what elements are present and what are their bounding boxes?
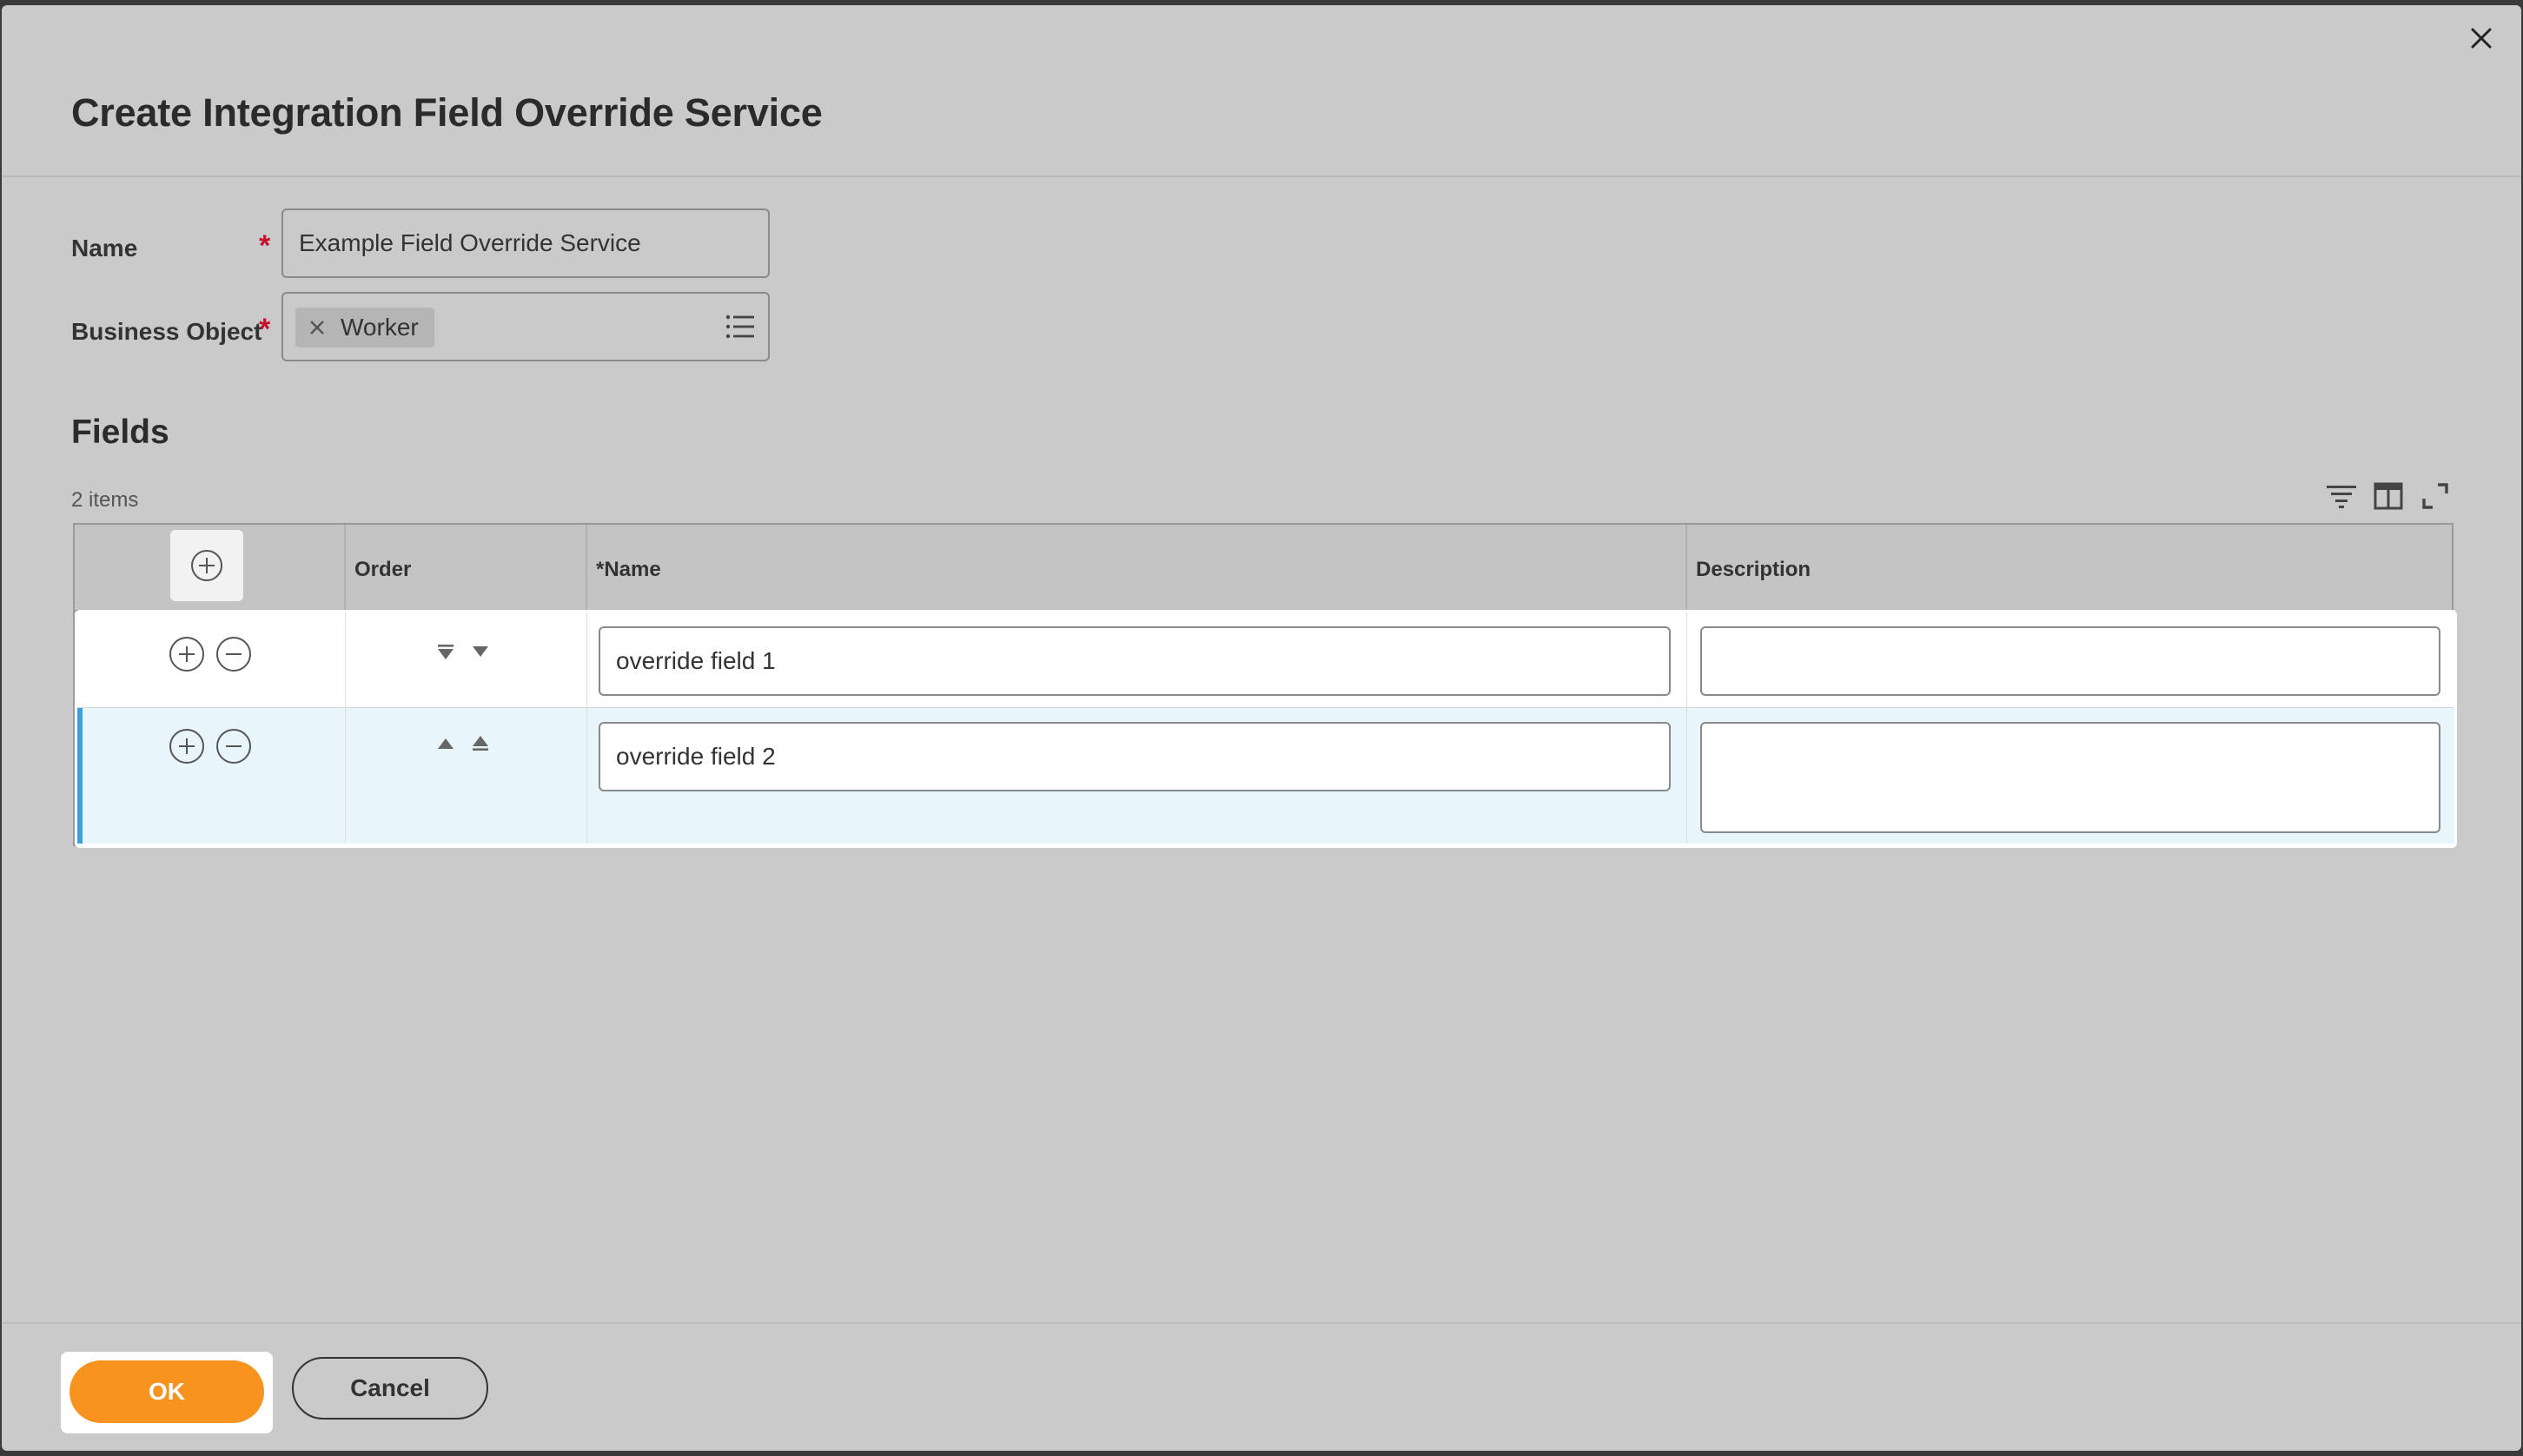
add-row-button[interactable] [170,530,243,601]
name-input[interactable]: Example Field Override Service [281,208,770,278]
field-name-input[interactable]: override field 1 [599,626,1671,696]
items-count: 2 items [71,488,139,512]
filter-icon [2327,486,2356,508]
table-header: Order *Name Description [75,525,2452,612]
cancel-button[interactable]: Cancel [292,1357,488,1420]
column-layout-button[interactable] [2372,480,2405,513]
column-header-description[interactable]: Description [1696,558,1811,582]
row-divider [1686,708,1687,844]
add-row-below-button[interactable] [169,729,204,764]
move-up-icon [438,738,454,749]
x-icon [310,321,324,334]
field-description-input[interactable] [1700,722,2440,833]
ok-button[interactable]: OK [70,1360,264,1423]
filter-button[interactable] [2325,480,2358,513]
business-object-required-marker: * [259,313,271,346]
move-up-button[interactable] [435,732,456,753]
add-row-below-button[interactable] [169,637,204,672]
plus-circle-icon [191,550,222,581]
business-object-input[interactable]: Worker [281,292,770,361]
row-divider [586,708,587,844]
remove-row-button[interactable] [216,729,251,764]
move-down-button[interactable] [470,642,491,663]
expand-icon [2422,483,2448,509]
footer-divider [2,1322,2521,1324]
prompt-list-button[interactable] [725,313,756,341]
name-label: Name [71,235,138,261]
table-row-selected: override field 2 [77,708,2454,844]
move-to-bottom-icon [438,645,454,659]
plus-icon [179,646,195,662]
table-toolbar [2325,480,2452,513]
column-layout-icon [2374,482,2403,510]
move-down-icon [473,646,488,657]
move-to-top-icon [473,736,488,751]
create-integration-dialog: Create Integration Field Override Servic… [2,5,2521,1451]
column-divider [1685,525,1687,612]
list-icon [725,314,754,339]
ok-button-focus-ring: OK [61,1352,273,1433]
move-to-top-button[interactable] [470,732,491,753]
table-rows: override field 1 override field 2 [75,610,2457,848]
row-divider [345,708,346,844]
remove-row-button[interactable] [216,637,251,672]
chip-label: Worker [341,314,419,341]
minus-icon [226,653,242,655]
plus-icon [179,738,195,754]
row-divider [345,612,346,707]
column-divider [586,525,587,612]
expand-button[interactable] [2419,480,2452,513]
row-divider [586,612,587,707]
table-row: override field 1 [77,612,2454,708]
fields-section-title: Fields [71,414,169,451]
business-object-chip: Worker [295,308,434,347]
column-divider [344,525,346,612]
dialog-title: Create Integration Field Override Servic… [71,90,823,135]
row-divider [1686,612,1687,707]
business-object-label: Business Object [71,318,262,345]
field-description-input[interactable] [1700,626,2440,696]
column-header-order[interactable]: Order [354,558,411,582]
close-button[interactable] [2464,21,2499,56]
name-required-marker: * [259,229,271,262]
close-icon [2471,28,2492,49]
title-divider [2,175,2521,177]
move-to-bottom-button[interactable] [435,642,456,663]
field-name-input[interactable]: override field 2 [599,722,1671,791]
chip-remove-button[interactable] [308,318,327,337]
column-header-name[interactable]: *Name [596,558,661,582]
minus-icon [226,745,242,747]
